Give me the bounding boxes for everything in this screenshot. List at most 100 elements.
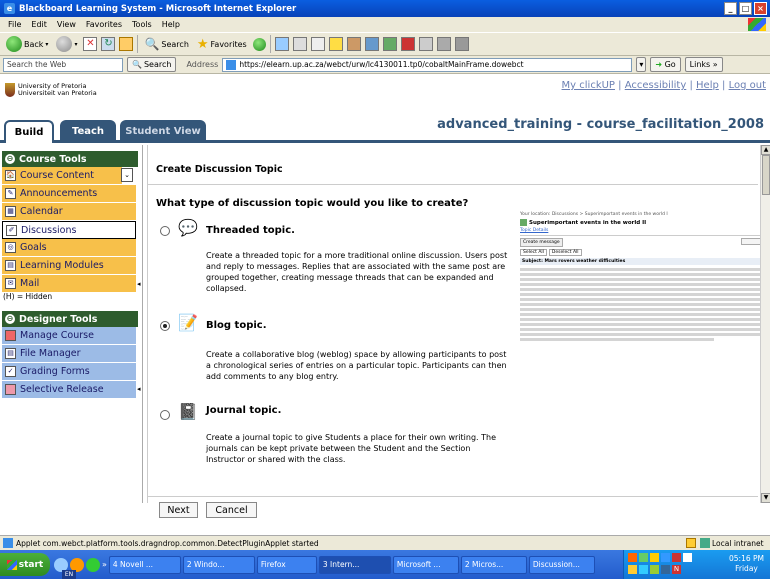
tray-icon-2[interactable]	[639, 553, 648, 562]
nav-mail[interactable]: ✉ Mail	[2, 275, 136, 293]
discussions-icon: ✐	[6, 224, 17, 236]
maximize-button[interactable]: □	[739, 2, 752, 15]
tray-icon-11[interactable]: N	[672, 565, 681, 574]
minimize-button[interactable]: _	[724, 2, 737, 15]
mail-icon[interactable]	[292, 37, 307, 51]
calendar-icon: ▦	[5, 206, 16, 217]
tray-icon-7[interactable]	[628, 565, 637, 574]
journal-topic-label[interactable]: Journal topic.	[206, 405, 281, 416]
favorites-button[interactable]: ★ Favorites	[195, 34, 249, 54]
address-input[interactable]: https://elearn.up.ac.za/webct/urw/lc4130…	[222, 57, 633, 72]
tray-icon-8[interactable]	[639, 565, 648, 574]
task-discussion[interactable]: Discussion...	[528, 555, 595, 574]
language-indicator[interactable]: EN	[62, 570, 76, 579]
start-button[interactable]: start	[0, 553, 50, 576]
tool-icon-2[interactable]	[400, 37, 415, 51]
tray-icon-5[interactable]	[672, 553, 681, 562]
blog-topic-radio[interactable]	[160, 321, 170, 331]
tool-icon-5[interactable]	[454, 37, 469, 51]
collapse-nav-arrow-icon[interactable]: ◂	[137, 280, 141, 288]
menu-edit[interactable]: Edit	[31, 20, 47, 29]
menu-tools[interactable]: Tools	[132, 20, 152, 29]
research-icon[interactable]	[346, 37, 361, 51]
quicklaunch-more-icon[interactable]: »	[102, 560, 107, 569]
nav-course-content[interactable]: 🏠 Course Content	[2, 167, 122, 185]
back-button[interactable]: Back ▾	[4, 34, 50, 54]
search-the-web-field[interactable]: Search the Web	[3, 57, 123, 72]
nav-goals[interactable]: ◎ Goals	[2, 239, 136, 257]
print-icon[interactable]	[310, 37, 325, 51]
help-link[interactable]: Help	[696, 80, 719, 91]
home-icon[interactable]	[119, 37, 134, 51]
task-windows[interactable]: 2 Windo...	[182, 555, 255, 574]
nav-grading-forms[interactable]: ✓ Grading Forms	[2, 363, 136, 381]
nav-manage-course[interactable]: Manage Course	[2, 327, 136, 345]
tab-student-view[interactable]: Student View	[120, 120, 206, 143]
address-dropdown-icon[interactable]: ▾	[636, 57, 647, 72]
accessibility-link[interactable]: Accessibility	[625, 80, 687, 91]
clock-time[interactable]: 05:16 PM	[729, 554, 764, 564]
collapse-icon: ⊖	[5, 154, 15, 164]
task-internet-explorer[interactable]: 3 Intern...	[318, 555, 391, 574]
nav-announcements[interactable]: ✎ Announcements	[2, 185, 136, 203]
tray-icon-3[interactable]	[650, 553, 659, 562]
nav-discussions[interactable]: ✐ Discussions	[2, 221, 136, 239]
task-microsoft[interactable]: Microsoft ...	[392, 555, 459, 574]
nav-learning-modules[interactable]: ▤ Learning Modules	[2, 257, 136, 275]
messenger-icon[interactable]	[364, 37, 379, 51]
tool-icon-4[interactable]	[436, 37, 451, 51]
next-button[interactable]: Next	[159, 502, 198, 518]
blog-topic-label[interactable]: Blog topic.	[206, 320, 267, 331]
scroll-down-icon[interactable]: ▼	[761, 493, 770, 503]
designer-tools-header[interactable]: ⊖ Designer Tools	[2, 311, 138, 327]
menu-favorites[interactable]: Favorites	[86, 20, 122, 29]
media-icon[interactable]	[252, 37, 266, 51]
menu-help[interactable]: Help	[162, 20, 180, 29]
refresh-icon[interactable]: ↻	[101, 37, 116, 51]
announcements-icon: ✎	[5, 188, 16, 199]
university-name-af: Universiteit van Pretoria	[18, 89, 97, 97]
search-web-button[interactable]: 🔍 Search	[127, 57, 177, 72]
collapse-nav-arrow-icon-2[interactable]: ◂	[137, 385, 141, 393]
stop-icon[interactable]: ✕	[83, 37, 98, 51]
tray-icon-6[interactable]	[683, 553, 692, 562]
tray-icon-4[interactable]	[661, 553, 670, 562]
quicklaunch-icon-3[interactable]	[86, 557, 100, 572]
task-novell[interactable]: 4 Novell ...	[108, 555, 181, 574]
chevron-down-icon: ▾	[45, 40, 49, 48]
nav-selective-release[interactable]: Selective Release	[2, 381, 136, 399]
cancel-button[interactable]: Cancel	[206, 502, 257, 518]
close-button[interactable]: ×	[754, 2, 767, 15]
journal-topic-radio[interactable]	[160, 410, 170, 420]
scroll-thumb[interactable]	[762, 155, 770, 195]
log-out-link[interactable]: Log out	[729, 80, 766, 91]
crest-icon	[5, 83, 15, 97]
go-button[interactable]: ➜ Go	[650, 57, 681, 72]
magnifier-icon: 🔍	[132, 60, 142, 69]
history-icon[interactable]	[274, 37, 289, 51]
nav-file-manager[interactable]: ▤ File Manager	[2, 345, 136, 363]
tray-icon-9[interactable]	[650, 565, 659, 574]
my-clickup-link[interactable]: My clickUP	[562, 80, 615, 91]
threaded-topic-radio[interactable]	[160, 226, 170, 236]
tab-build[interactable]: Build	[4, 120, 54, 143]
tray-icon-10[interactable]	[661, 565, 670, 574]
tool-icon-3[interactable]	[418, 37, 433, 51]
tray-icon-1[interactable]	[628, 553, 637, 562]
menu-file[interactable]: File	[8, 20, 21, 29]
folder-icon[interactable]	[328, 37, 343, 51]
course-content-menu-icon[interactable]: ⌄	[121, 168, 133, 182]
nav-calendar[interactable]: ▦ Calendar	[2, 203, 136, 221]
vertical-scrollbar[interactable]: ▲ ▼	[760, 145, 770, 503]
threaded-topic-label[interactable]: Threaded topic.	[206, 225, 295, 236]
search-button[interactable]: 🔍 Search	[142, 34, 190, 54]
menu-view[interactable]: View	[57, 20, 76, 29]
task-microsoft-2[interactable]: 2 Micros...	[460, 555, 527, 574]
scroll-up-icon[interactable]: ▲	[761, 145, 770, 155]
forward-button[interactable]: ▾	[54, 34, 79, 54]
task-firefox[interactable]: Firefox	[256, 555, 317, 574]
tab-teach[interactable]: Teach	[60, 120, 116, 143]
links-button[interactable]: Links »	[684, 57, 723, 72]
tool-icon-1[interactable]	[382, 37, 397, 51]
course-tools-header[interactable]: ⊖ Course Tools	[2, 151, 138, 167]
